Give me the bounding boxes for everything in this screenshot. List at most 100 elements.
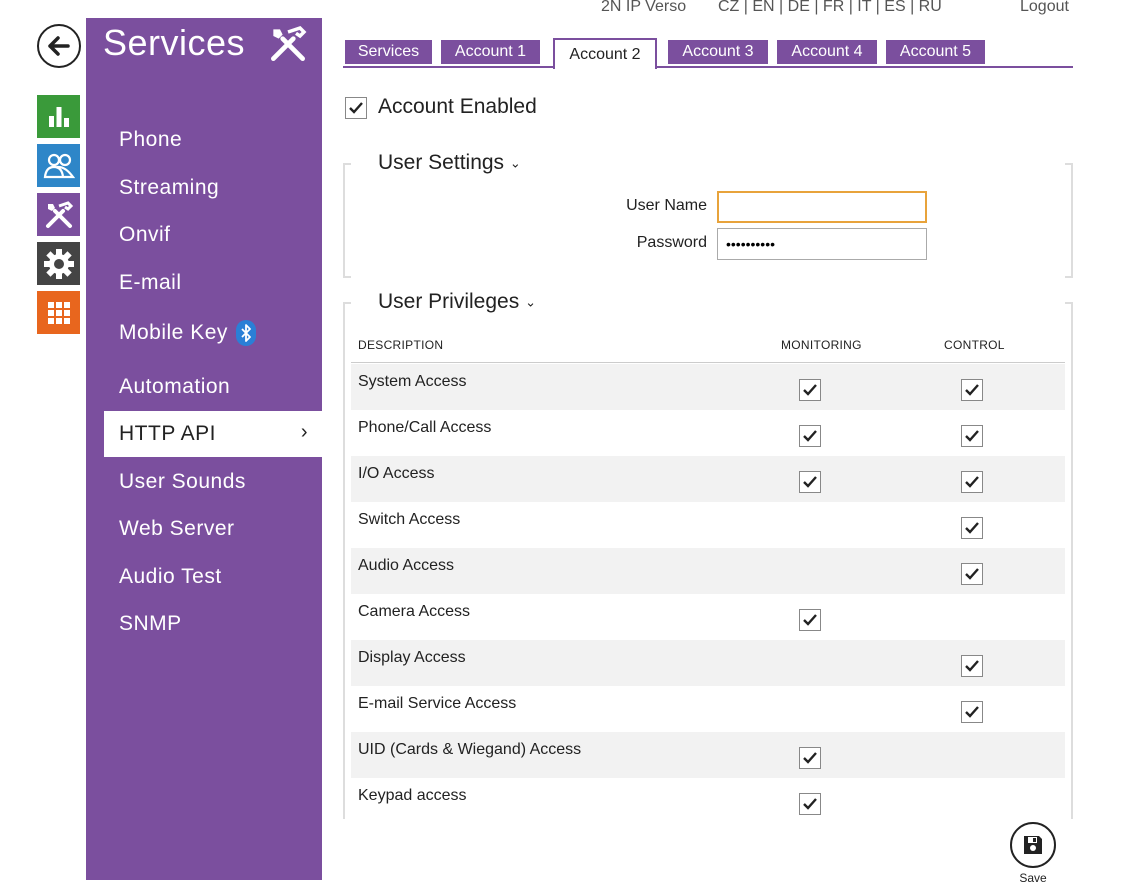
sidebar-item-label: Streaming bbox=[119, 176, 220, 199]
privilege-label: Display Access bbox=[358, 649, 466, 666]
rail-system[interactable] bbox=[37, 242, 80, 285]
checkmark-icon bbox=[965, 706, 979, 718]
rail-apps[interactable] bbox=[37, 291, 80, 334]
chevron-down-icon: ⌄ bbox=[509, 155, 521, 171]
tab-services[interactable]: Services bbox=[345, 40, 432, 64]
control-checkbox[interactable] bbox=[961, 517, 983, 539]
arrow-left-icon bbox=[48, 36, 70, 56]
sidebar-item-label: E-mail bbox=[119, 271, 182, 294]
control-checkbox[interactable] bbox=[961, 379, 983, 401]
sidebar-item-label: Phone bbox=[119, 128, 183, 151]
user-settings-title: User Settings bbox=[378, 151, 505, 174]
save-label: Save bbox=[1019, 871, 1047, 885]
monitoring-checkbox[interactable] bbox=[799, 471, 821, 493]
gear-icon bbox=[43, 248, 74, 279]
sidebar-item-automation[interactable]: Automation bbox=[104, 364, 322, 410]
tab-account-5[interactable]: Account 5 bbox=[886, 40, 985, 64]
rail-status[interactable] bbox=[37, 95, 80, 138]
tab-account-4[interactable]: Account 4 bbox=[777, 40, 877, 64]
sidebar-item-user-sounds[interactable]: User Sounds bbox=[104, 459, 322, 505]
privilege-label: Audio Access bbox=[358, 557, 455, 574]
table-row: Switch Access bbox=[351, 502, 1065, 548]
checkmark-icon bbox=[803, 798, 817, 810]
table-row: UID (Cards & Wiegand) Access bbox=[351, 732, 1065, 778]
column-header-monitoring: MONITORING bbox=[781, 338, 862, 352]
sidebar-item-streaming[interactable]: Streaming bbox=[104, 165, 322, 211]
user-settings-header[interactable]: User Settings ⌄ bbox=[374, 151, 525, 175]
table-row: I/O Access bbox=[351, 456, 1065, 502]
control-checkbox[interactable] bbox=[961, 471, 983, 493]
tab-account-1[interactable]: Account 1 bbox=[441, 40, 540, 64]
back-button[interactable] bbox=[37, 24, 81, 68]
user-privileges-header[interactable]: User Privileges ⌄ bbox=[374, 290, 540, 314]
sidebar-item-label: SNMP bbox=[119, 612, 182, 635]
language-selector[interactable]: CZ | EN | DE | FR | IT | ES | RU bbox=[718, 0, 942, 16]
sidebar-title: Services bbox=[103, 22, 246, 63]
privilege-label: Keypad access bbox=[358, 787, 467, 804]
sidebar-item-label: Audio Test bbox=[119, 565, 222, 588]
user-privileges-title: User Privileges bbox=[378, 290, 520, 313]
tab-account-3[interactable]: Account 3 bbox=[668, 40, 768, 64]
monitoring-checkbox[interactable] bbox=[799, 425, 821, 447]
user-settings-section bbox=[343, 165, 1073, 278]
table-row: E-mail Service Access bbox=[351, 686, 1065, 732]
tab-account-2[interactable]: Account 2 bbox=[553, 38, 657, 69]
monitoring-checkbox[interactable] bbox=[799, 747, 821, 769]
checkmark-icon bbox=[803, 384, 817, 396]
account-enabled-label: Account Enabled bbox=[378, 95, 537, 118]
privilege-label: System Access bbox=[358, 373, 467, 390]
sidebar-item-email[interactable]: E-mail bbox=[104, 260, 322, 306]
column-header-description: DESCRIPTION bbox=[358, 338, 444, 352]
floppy-disk-icon bbox=[1024, 836, 1042, 854]
rail-services[interactable] bbox=[37, 193, 80, 236]
monitoring-checkbox[interactable] bbox=[799, 793, 821, 815]
sidebar-item-label: Mobile Key bbox=[119, 321, 228, 344]
save-button[interactable] bbox=[1010, 822, 1056, 868]
sidebar-item-web-server[interactable]: Web Server bbox=[104, 506, 322, 552]
table-row: System Access bbox=[351, 364, 1065, 410]
privilege-label: UID (Cards & Wiegand) Access bbox=[358, 741, 582, 758]
checkmark-icon bbox=[965, 476, 979, 488]
sidebar-item-mobile-key[interactable]: Mobile Key bbox=[104, 310, 322, 356]
bar-chart-icon bbox=[48, 106, 69, 127]
control-checkbox[interactable] bbox=[961, 425, 983, 447]
account-enabled-checkbox[interactable] bbox=[345, 97, 367, 119]
sidebar-item-http-api[interactable]: HTTP API › bbox=[104, 411, 322, 457]
rail-directory[interactable] bbox=[37, 144, 80, 187]
sidebar-item-label: Web Server bbox=[119, 517, 235, 540]
monitoring-checkbox[interactable] bbox=[799, 609, 821, 631]
control-checkbox[interactable] bbox=[961, 563, 983, 585]
sidebar-item-audio-test[interactable]: Audio Test bbox=[104, 554, 322, 600]
password-label: Password bbox=[636, 234, 707, 251]
privilege-label: Camera Access bbox=[358, 603, 471, 620]
monitoring-checkbox[interactable] bbox=[799, 379, 821, 401]
device-name: 2N IP Verso bbox=[601, 0, 687, 15]
sidebar-item-phone[interactable]: Phone bbox=[104, 117, 322, 163]
table-header-divider bbox=[351, 362, 1065, 363]
password-input[interactable] bbox=[717, 228, 927, 260]
table-row: Phone/Call Access bbox=[351, 410, 1065, 456]
sidebar-item-label: HTTP API bbox=[119, 422, 216, 445]
control-checkbox[interactable] bbox=[961, 655, 983, 677]
sidebar-item-label: Onvif bbox=[119, 223, 171, 246]
logout-link[interactable]: Logout bbox=[1020, 0, 1069, 16]
tools-icon bbox=[271, 26, 307, 61]
checkmark-icon bbox=[965, 522, 979, 534]
username-input[interactable] bbox=[717, 191, 927, 223]
chevron-right-icon: › bbox=[300, 421, 308, 443]
table-row: Audio Access bbox=[351, 548, 1065, 594]
username-label: User Name bbox=[626, 197, 707, 214]
checkmark-icon bbox=[803, 614, 817, 626]
checkmark-icon bbox=[803, 430, 817, 442]
control-checkbox[interactable] bbox=[961, 701, 983, 723]
sidebar-item-snmp[interactable]: SNMP bbox=[104, 601, 322, 647]
grid-icon bbox=[47, 301, 70, 324]
table-row: Display Access bbox=[351, 640, 1065, 686]
checkmark-icon bbox=[965, 660, 979, 672]
sidebar-item-onvif[interactable]: Onvif bbox=[104, 212, 322, 258]
privilege-label: I/O Access bbox=[358, 465, 435, 482]
privilege-label: E-mail Service Access bbox=[358, 695, 517, 712]
column-header-control: CONTROL bbox=[944, 338, 1005, 352]
table-row: Keypad access bbox=[351, 778, 1065, 824]
checkmark-icon bbox=[803, 752, 817, 764]
